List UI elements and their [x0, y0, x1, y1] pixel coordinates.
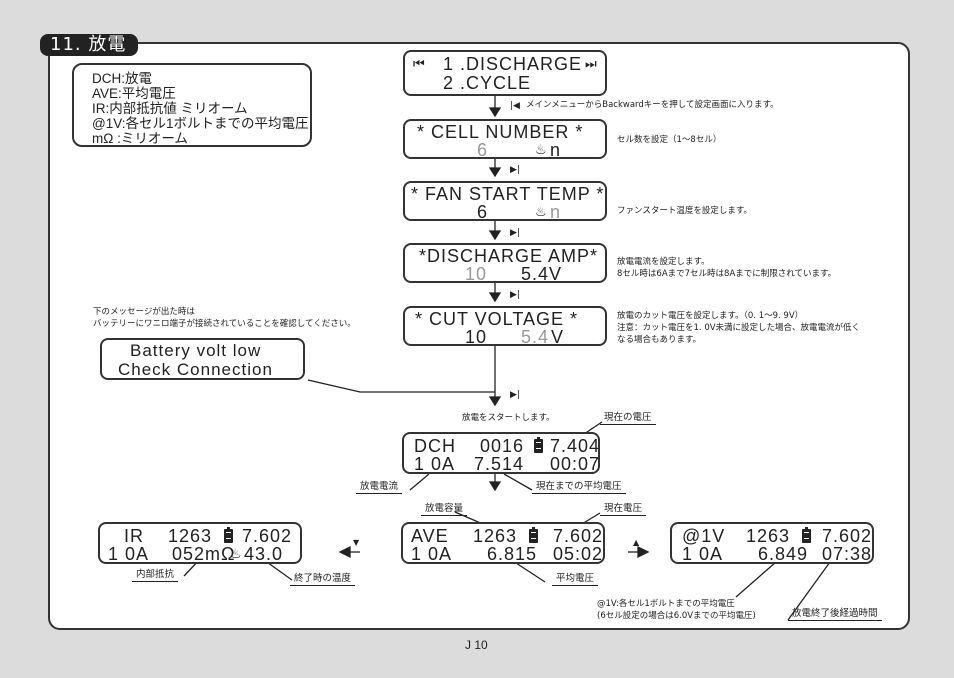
thermometer-icon: ♨ [535, 142, 548, 157]
lcd-at1v: @1V 1263 7.602 1 0A 6.849 07:38 [670, 522, 874, 564]
forward-key-icon: ▶| [510, 228, 520, 238]
warning-line-2: Check Connection [118, 360, 273, 379]
current: 1 0A [411, 544, 453, 564]
battery-icon [224, 527, 233, 543]
note-cut-voltage-3: なる場合もあります。 [617, 335, 702, 345]
forward-key-icon: ▶| [510, 390, 520, 400]
note-cell-number: セル数を設定（1～8セル） [617, 135, 722, 145]
lcd-title: * CUT VOLTAGE * [415, 309, 579, 329]
internal-resistance: 052mΩ [172, 544, 236, 564]
lcd-title: * FAN START TEMP * [411, 184, 605, 204]
capacity: 1263 [168, 526, 213, 546]
callout-internal-resistance: 内部抵抗 [132, 566, 179, 582]
mode: AVE [411, 526, 449, 546]
forward-key-icon: ▶| [510, 290, 520, 300]
thermometer-icon: ♨ [535, 204, 548, 219]
note-warning-2: バッテリーにワニロ端子が接続されていることを確認してください。 [93, 319, 356, 329]
battery-icon [529, 527, 538, 543]
menu-item-discharge: 1 .DISCHARGE [443, 54, 583, 74]
callout-discharge-current: 放電電流 [356, 478, 403, 494]
mode: @1V [682, 526, 726, 546]
voltage: 7.602 [822, 526, 873, 546]
average-voltage: 7.514 [474, 454, 525, 474]
lcd-dch: DCH 0016 7.404 1 0A 7.514 00:07 [402, 432, 600, 474]
elapsed-time: 07:38 [822, 544, 873, 564]
cut-voltage-unit: V [551, 327, 565, 347]
note-start: 放電をスタートします。 [462, 413, 555, 423]
note-warning-1: 下のメッセージが出た時は [93, 307, 195, 317]
voltage: 7.404 [550, 436, 601, 456]
fan-temp-unit: n [550, 202, 562, 222]
page-number: J 10 [465, 638, 488, 652]
callout-avg-voltage: 平均電圧 [552, 570, 599, 586]
voltage: 7.602 [553, 526, 604, 546]
current: 1 0A [108, 544, 150, 564]
fan-temp-value: 6 [477, 202, 489, 222]
capacity: 0016 [480, 436, 525, 456]
capacity: 1263 [746, 526, 791, 546]
callout-current-voltage-ave: 現在電圧 [600, 500, 647, 516]
temperature: 43.0 [244, 544, 284, 564]
mode: DCH [414, 436, 456, 456]
skip-back-icon: ⏮ [413, 56, 426, 71]
lcd-battery-warning: Battery volt low Check Connection [100, 338, 305, 380]
battery-icon [534, 437, 543, 453]
backward-key-icon: |◀ [510, 101, 520, 111]
average-voltage: 6.849 [758, 544, 809, 564]
warning-line-1: Battery volt low [130, 341, 262, 360]
elapsed-time: 00:07 [550, 454, 601, 474]
note-cut-voltage-2: 注意：カット電圧を1. 0V未満に設定した場合、放電電流が低く [617, 323, 861, 333]
lcd-ave: AVE 1263 7.602 1 0A 6.815 05:02 [401, 522, 605, 564]
callout-elapsed: 放電終了後経過時間 [788, 605, 882, 621]
callout-end-temp: 終了時の温度 [290, 570, 356, 586]
down-key-icon: ▼ [353, 538, 360, 547]
callout-capacity: 放電容量 [421, 500, 468, 516]
current: 1 0A [414, 454, 456, 474]
note-discharge-amp-limit: 8セル時は6Aまで7セル時は8Aまでに制限されています。 [617, 269, 837, 279]
discharge-voltage-value: 5.4V [521, 264, 563, 284]
elapsed-time: 05:02 [553, 544, 604, 564]
average-voltage: 6.815 [487, 544, 538, 564]
cut-voltage-value: 5.4 [521, 327, 550, 347]
battery-icon [802, 527, 811, 543]
note-at1v-2: (6セル設定の場合は6.0Vまでの平均電圧) [597, 611, 756, 621]
cell-unit: n [550, 140, 562, 160]
lcd-cell-number: * CELL NUMBER * 6 ♨ n [403, 119, 607, 159]
voltage: 7.602 [242, 526, 293, 546]
callout-current-voltage: 現在の電圧 [600, 409, 656, 425]
note-fan-start: ファンスタート温度を設定します。 [617, 206, 752, 216]
capacity: 1263 [473, 526, 518, 546]
note-backward: メインメニューからBackwardキーを押して設定画面に入ります。 [526, 100, 779, 110]
lcd-discharge-amp: *DISCHARGE AMP* 10 5.4V [403, 243, 607, 283]
note-at1v-1: @1V:各セル1ボルトまでの平均電圧 [597, 599, 735, 609]
lcd-fan-start-temp: * FAN START TEMP * 6 ♨ n [403, 181, 607, 221]
lcd-title: *DISCHARGE AMP* [419, 246, 599, 266]
current: 1 0A [682, 544, 724, 564]
forward-key-icon: ▶| [510, 165, 520, 175]
lcd-title: * CELL NUMBER * [417, 122, 584, 142]
mode: IR [124, 526, 144, 546]
skip-forward-icon: ⏭ [585, 56, 598, 71]
lcd-menu: ⏮ 1 .DISCHARGE ⏭ 2 .CYCLE [403, 50, 607, 96]
note-discharge-amp: 放電電流を設定します。 [617, 257, 710, 267]
cell-count-value: 6 [477, 140, 489, 160]
note-cut-voltage-1: 放電のカット電圧を設定します。（0. 1～9. 9V） [617, 311, 804, 321]
lcd-cut-voltage: * CUT VOLTAGE * 10 5.4 V [403, 306, 607, 346]
up-key-icon: ▲ [633, 538, 640, 547]
callout-avg-so-far: 現在までの平均電圧 [532, 478, 626, 494]
cut-current-value: 10 [465, 327, 488, 347]
lcd-ir: IR 1263 7.602 1 0A 052mΩ ♨ 43.0 [98, 522, 302, 564]
menu-item-cycle: 2 .CYCLE [443, 73, 532, 93]
thermometer-icon: ♨ [230, 546, 243, 561]
discharge-current-value: 10 [465, 264, 488, 284]
